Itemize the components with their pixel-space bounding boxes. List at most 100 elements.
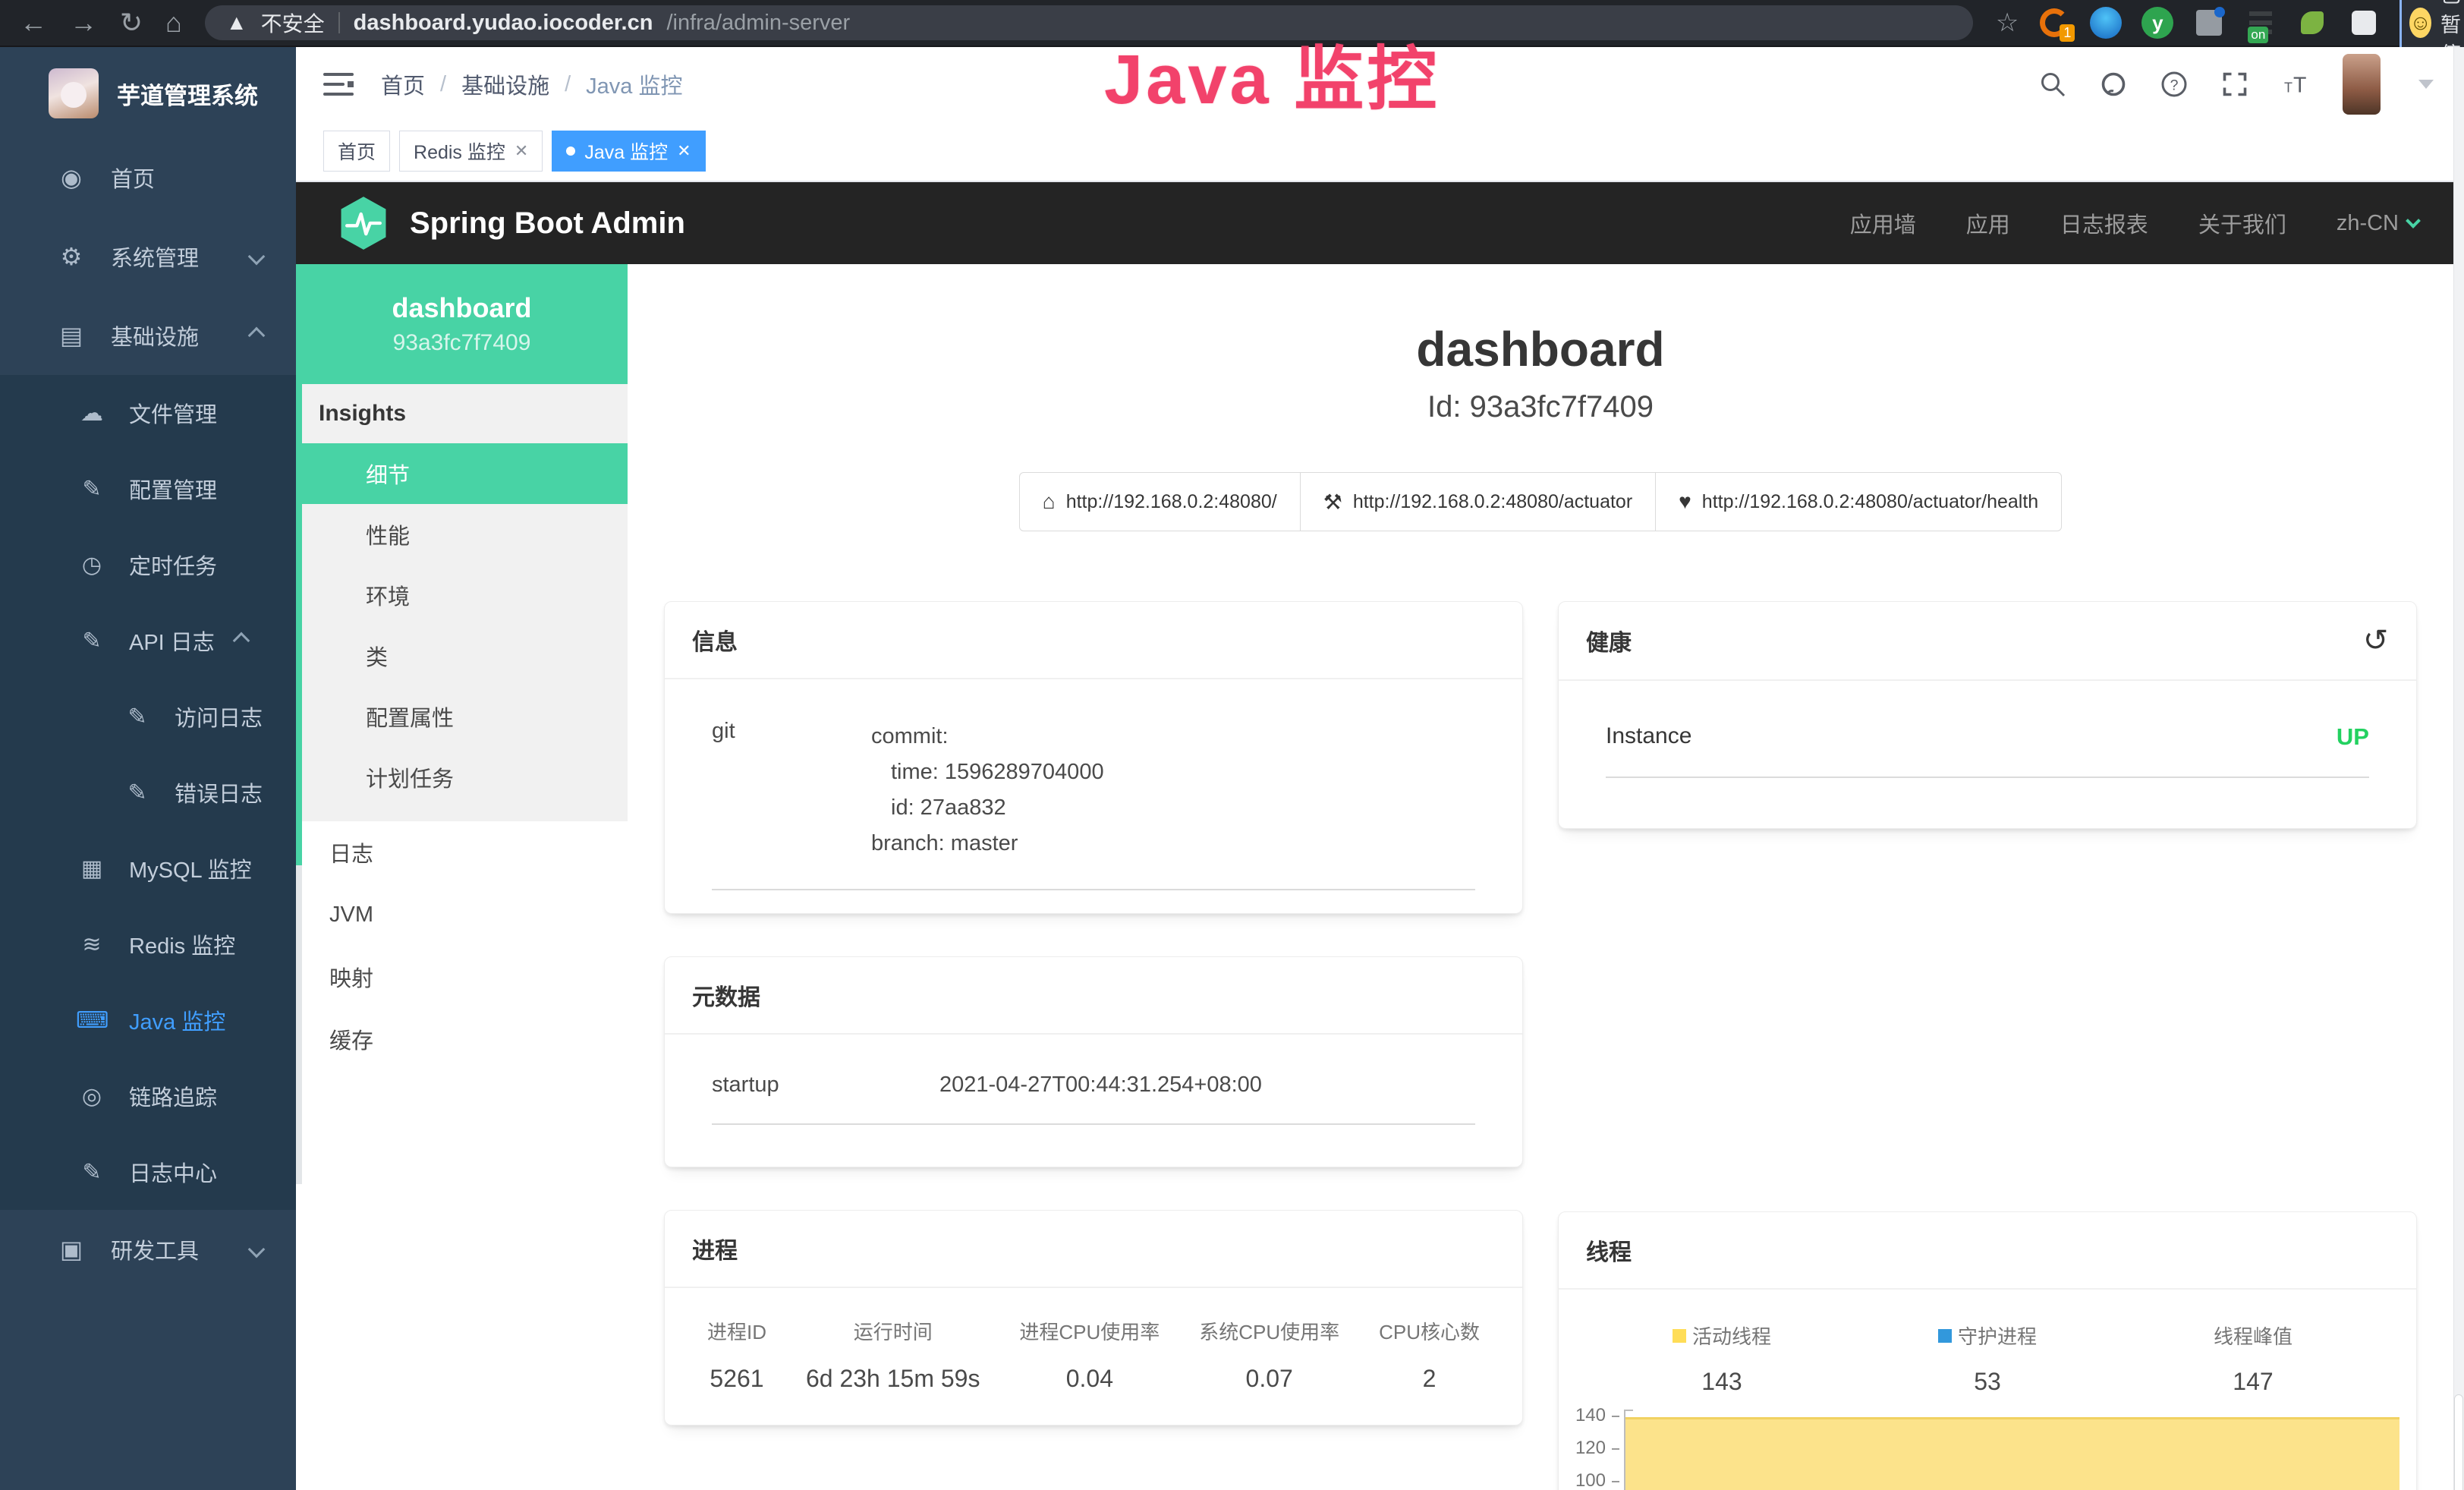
user-menu-caret-icon[interactable] [2418, 80, 2434, 89]
y-axis-tick: 120 [1559, 1439, 1606, 1457]
actuator-url-button[interactable]: ⚒ http://192.168.0.2:48080/actuator [1300, 472, 1656, 531]
subsidebar-item-metrics[interactable]: 性能 [296, 504, 628, 565]
hamburger-icon[interactable] [323, 71, 354, 97]
log-center-icon: ✎ [76, 1159, 108, 1186]
sidebar-item-error-logs[interactable]: ✎ 错误日志 [0, 754, 296, 830]
cards-left-column: 信息 git commit: time: 1596289704000 id: 2… [664, 601, 1523, 1425]
sidebar-item-infrastructure[interactable]: ▤ 基础设施 [0, 296, 296, 375]
sidebar-item-config-management[interactable]: ✎ 配置管理 [0, 451, 296, 527]
y-axis-tickmark [1612, 1416, 1619, 1417]
cloud-upload-icon: ☁ [76, 400, 108, 427]
tags-view-bar: 首页 Redis 监控 ✕ Java 监控 ✕ [296, 121, 2464, 182]
extension-orange-icon[interactable]: 1 [2038, 7, 2070, 39]
sidebar-item-home[interactable]: ◉ 首页 [0, 138, 296, 217]
sba-nav-applications[interactable]: 应用 [1966, 207, 2010, 239]
breadcrumb-infrastructure[interactable]: 基础设施 [461, 68, 549, 100]
sidebar-item-api-logs[interactable]: ✎ API 日志 [0, 603, 296, 679]
insights-group-label: Insights [296, 384, 628, 443]
screen: ← → ↻ ⌂ ▲ 不安全 dashboard.yudao.iocoder.cn… [0, 0, 2464, 1490]
subsidebar-item-environment[interactable]: 环境 [296, 565, 628, 625]
sidebar-item-access-logs[interactable]: ✎ 访问日志 [0, 679, 296, 754]
legend-live-threads: 活动线程 143 [1589, 1321, 1855, 1396]
tab-redis-monitor[interactable]: Redis 监控 ✕ [399, 131, 543, 172]
service-url-button[interactable]: ⌂ http://192.168.0.2:48080/ [1019, 472, 1301, 531]
health-heart-icon: ♥ [1679, 490, 1691, 514]
back-icon[interactable]: ← [20, 0, 47, 46]
extensions-puzzle-icon[interactable] [2348, 7, 2380, 39]
info-card-header: 信息 [665, 602, 1522, 679]
extension-yuque-icon[interactable]: y [2141, 7, 2173, 39]
sidebar-item-mysql-monitor[interactable]: ▦ MySQL 监控 [0, 830, 296, 906]
close-icon[interactable]: ✕ [515, 141, 528, 161]
font-size-icon[interactable]: TT [2282, 71, 2309, 98]
subsidebar-item-jvm[interactable]: JVM [296, 884, 628, 946]
forward-icon[interactable]: → [70, 0, 97, 46]
subsidebar-item-caches[interactable]: 缓存 [296, 1008, 628, 1070]
header-actions: ? TT [2039, 54, 2434, 115]
edit-icon: ✎ [76, 476, 108, 502]
url-divider [338, 12, 340, 33]
infrastructure-submenu: ☁ 文件管理 ✎ 配置管理 ◷ 定时任务 ✎ API 日志 ✎ 访问日志 ✎ [0, 375, 296, 1210]
legend-live-threads-value: 143 [1589, 1368, 1855, 1396]
info-key: git [712, 719, 871, 862]
page-scrollbar-track[interactable] [2453, 47, 2464, 1490]
subsidebar-item-config-props[interactable]: 配置属性 [296, 686, 628, 747]
breadcrumb-home[interactable]: 首页 [381, 68, 425, 100]
user-avatar[interactable] [2343, 54, 2381, 115]
subsidebar-item-details[interactable]: 细节 [296, 443, 628, 504]
subsidebar-item-mappings[interactable]: 映射 [296, 946, 628, 1008]
page-scrollbar-thumb[interactable] [2454, 1394, 2463, 1490]
sba-nav-wallboard[interactable]: 应用墙 [1850, 207, 1916, 239]
sba-navbar: Spring Boot Admin 应用墙 应用 日志报表 关于我们 zh-CN [296, 182, 2464, 264]
sba-brand[interactable]: Spring Boot Admin [410, 206, 685, 241]
main-sidebar: 芋道管理系统 ◉ 首页 ⚙ 系统管理 ▤ 基础设施 ☁ 文件管理 ✎ 配置管理 [0, 47, 296, 1490]
threads-card-header: 线程 [1559, 1212, 2416, 1290]
sba-locale-select[interactable]: zh-CN [2337, 211, 2418, 236]
subsidebar-scrollbar-thumb[interactable] [296, 384, 302, 865]
y-axis-tickmark [1612, 1448, 1619, 1450]
home-icon: ⌂ [1043, 490, 1056, 514]
bookmark-star-icon[interactable]: ☆ [1996, 8, 2019, 38]
sba-nav-journal[interactable]: 日志报表 [2060, 207, 2148, 239]
wrench-icon: ⚒ [1323, 490, 1342, 515]
health-url-button[interactable]: ♥ http://192.168.0.2:48080/actuator/heal… [1655, 472, 2062, 531]
sidebar-item-scheduled-jobs[interactable]: ◷ 定时任务 [0, 527, 296, 603]
extension-pin-icon[interactable] [2090, 7, 2122, 39]
search-icon[interactable] [2039, 71, 2066, 98]
sidebar-item-file-management[interactable]: ☁ 文件管理 [0, 375, 296, 451]
svg-text:T: T [2284, 80, 2292, 96]
help-icon[interactable]: ? [2160, 71, 2188, 98]
instance-header[interactable]: dashboard 93a3fc7f7409 [296, 264, 628, 384]
mysql-icon: ▦ [76, 855, 108, 882]
sidebar-item-log-center[interactable]: ✎ 日志中心 [0, 1134, 296, 1210]
fullscreen-icon[interactable] [2221, 71, 2248, 98]
sidebar-item-redis-monitor[interactable]: ≋ Redis 监控 [0, 906, 296, 982]
close-icon[interactable]: ✕ [677, 141, 691, 161]
legend-daemon-threads: 守护进程 53 [1855, 1321, 2120, 1396]
sidebar-item-system-management[interactable]: ⚙ 系统管理 [0, 217, 296, 296]
extension-switch-icon[interactable]: on [2245, 7, 2277, 39]
process-col-cpu-cores: CPU核心数 2 [1379, 1317, 1480, 1393]
tab-java-monitor[interactable]: Java 监控 ✕ [552, 131, 705, 172]
breadcrumb-current: Java 监控 [586, 68, 682, 100]
subsidebar-item-classes[interactable]: 类 [296, 625, 628, 686]
tab-home[interactable]: 首页 [323, 131, 390, 172]
process-col-system-cpu: 系统CPU使用率 0.07 [1199, 1317, 1339, 1393]
sidebar-item-tracing[interactable]: ◎ 链路追踪 [0, 1058, 296, 1134]
sidebar-item-java-monitor[interactable]: ⌨ Java 监控 [0, 982, 296, 1058]
sba-nav-about[interactable]: 关于我们 [2198, 207, 2286, 239]
legend-yellow-swatch [1673, 1329, 1686, 1343]
extension-leaf-icon[interactable] [2296, 7, 2328, 39]
home-icon[interactable]: ⌂ [165, 0, 182, 46]
reload-icon[interactable]: ↻ [120, 0, 143, 46]
breadcrumb-separator: / [565, 72, 571, 97]
github-icon[interactable] [2100, 71, 2127, 98]
health-history-icon[interactable]: ↻ [2363, 623, 2389, 658]
health-status-badge: UP [2337, 723, 2369, 751]
subsidebar-item-scheduled-tasks[interactable]: 计划任务 [296, 747, 628, 808]
subsidebar-item-logs[interactable]: 日志 [296, 821, 628, 884]
svg-text:?: ? [2170, 77, 2179, 94]
sidebar-item-dev-tools[interactable]: ▣ 研发工具 [0, 1210, 296, 1289]
extension-grid-icon[interactable] [2193, 7, 2225, 39]
address-bar[interactable]: ▲ 不安全 dashboard.yudao.iocoder.cn/infra/a… [205, 5, 1973, 40]
